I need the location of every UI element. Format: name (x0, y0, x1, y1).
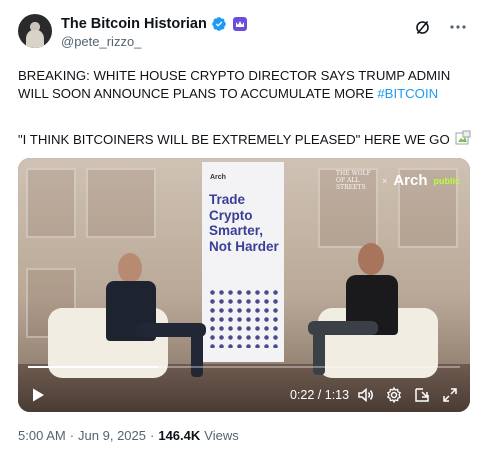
affiliate-badge-icon[interactable] (232, 17, 247, 31)
video-timecode: 0:22 / 1:13 (290, 388, 350, 402)
author-handle[interactable]: @pete_rizzo_ (61, 34, 141, 49)
person-right (308, 243, 418, 383)
author-display-name[interactable]: The Bitcoin Historian (61, 16, 207, 32)
video-player[interactable]: Arch Trade Crypto Smarter, Not Harder TH… (18, 158, 470, 412)
wolf-logo: THE WOLF OF ALL STREETS (336, 170, 376, 191)
wall-panel (26, 168, 76, 238)
hashtag-link[interactable]: #BITCOIN (377, 86, 438, 101)
tweet-text: BREAKING: WHITE HOUSE CRYPTO DIRECTOR SA… (18, 67, 468, 103)
wolf-logo-text: THE WOLF OF ALL STREETS (336, 170, 371, 191)
logo-separator: × (382, 175, 388, 186)
author-name-row: The Bitcoin Historian (61, 16, 247, 32)
footer-separator: · (69, 428, 75, 443)
verified-badge-icon (211, 17, 226, 31)
video-progress-bar[interactable] (28, 366, 460, 368)
tweet-date[interactable]: Jun 9, 2025 (78, 428, 146, 443)
banner-brand: Arch (210, 174, 226, 181)
views-count[interactable]: 146.4K (158, 428, 200, 443)
download-icon[interactable] (413, 386, 431, 404)
volume-icon[interactable] (357, 386, 375, 404)
views-label: Views (204, 428, 239, 443)
more-icon[interactable] (449, 18, 467, 36)
grok-icon[interactable] (413, 18, 431, 36)
broken-image-icon (455, 130, 471, 146)
tweet-quote-line: "I THINK BITCOINERS WILL BE EXTREMELY PL… (18, 130, 473, 149)
tweet-footer: 5:00 AM · Jun 9, 2025 · 146.4K Views (18, 428, 239, 443)
video-progress-fill (28, 366, 158, 368)
play-icon[interactable] (30, 387, 46, 403)
footer-separator: · (150, 428, 155, 443)
header-actions (413, 18, 467, 36)
avatar[interactable] (18, 14, 52, 48)
arch-public-logo: public (433, 175, 461, 186)
banner-pattern (208, 288, 278, 348)
tweet-time[interactable]: 5:00 AM (18, 428, 66, 443)
tweet-quote-text: "I THINK BITCOINERS WILL BE EXTREMELY PL… (18, 132, 450, 147)
tweet-card: The Bitcoin Historian @pete_rizzo_ BREAK… (0, 0, 483, 457)
fullscreen-icon[interactable] (441, 386, 459, 404)
video-controls: 0:22 / 1:13 (18, 378, 470, 412)
wall-panel (86, 168, 156, 238)
arch-logo: Arch (393, 172, 428, 189)
video-logo-row: THE WOLF OF ALL STREETS × Arch public (336, 170, 460, 191)
settings-gear-icon[interactable] (385, 386, 403, 404)
arch-banner: Arch Trade Crypto Smarter, Not Harder (202, 162, 284, 362)
banner-slogan: Trade Crypto Smarter, Not Harder (209, 192, 279, 254)
person-left (96, 253, 206, 383)
